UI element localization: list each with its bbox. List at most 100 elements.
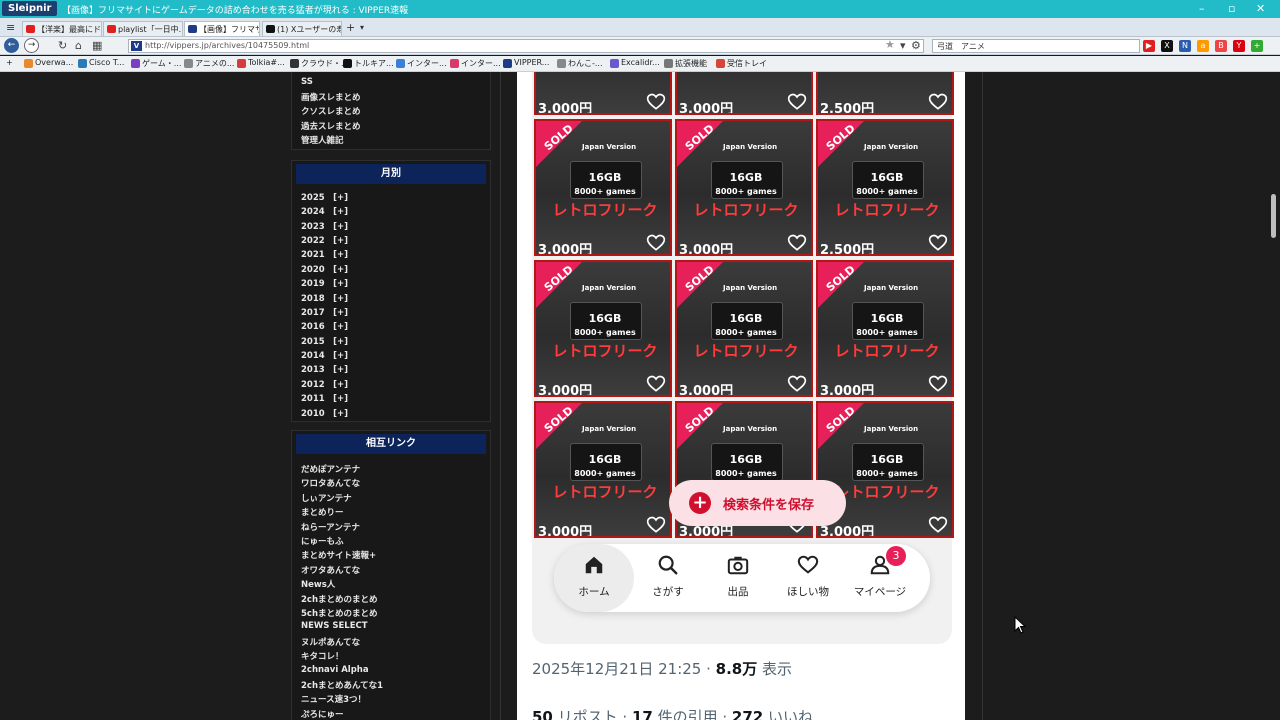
new-tab-button[interactable]: + [346, 21, 355, 34]
category-link[interactable]: SS [301, 77, 313, 87]
nav-sell[interactable]: 出品 [698, 544, 778, 612]
youtube-toolbar-icon[interactable]: ▶ [1143, 40, 1155, 52]
home-icon[interactable]: ⌂ [75, 39, 82, 52]
tab-x[interactable]: (1) Xユーザーの寿... [262, 21, 342, 36]
browser-logo[interactable]: Sleipnir [2, 1, 58, 16]
yahoo-toolbar-icon[interactable]: Y [1233, 40, 1245, 52]
like-heart-icon[interactable] [928, 374, 948, 394]
listing-card[interactable]: SOLDJapan Version16GB8000+ gamesレトロフリーク3… [675, 119, 813, 256]
listing-card[interactable]: SOLDJapan Version16GB8000+ gamesレトロフリーク3… [675, 260, 813, 397]
like-heart-icon[interactable] [787, 233, 807, 253]
page-scrollbar[interactable] [1268, 72, 1280, 720]
year-archive-link[interactable]: 2010 [+] [301, 407, 348, 419]
mutual-link[interactable]: 2chまとめのまとめ [301, 593, 378, 605]
dropdown-icon[interactable]: ▾ [900, 39, 906, 52]
bookmark-item[interactable]: Overwa... [24, 58, 73, 68]
listing-card[interactable]: SOLD Japan Version 16GB 8000+ games レトロフリーク 2… [816, 119, 954, 256]
year-archive-link[interactable]: 2022 [+] [301, 234, 348, 246]
year-archive-link[interactable]: 2025 [+] [301, 191, 348, 203]
quote-count[interactable]: 17 [632, 708, 653, 720]
year-archive-link[interactable]: 2020 [+] [301, 263, 348, 275]
year-archive-link[interactable]: 2012 [+] [301, 378, 348, 390]
mutual-link[interactable]: にゅーもふ [301, 535, 344, 547]
like-heart-icon[interactable] [928, 233, 948, 253]
nav-search[interactable]: さがす [628, 544, 708, 612]
like-heart-icon[interactable] [787, 92, 807, 112]
minimize-icon[interactable]: – [1199, 2, 1205, 15]
like-heart-icon[interactable] [646, 515, 666, 535]
listing-card[interactable]: SOLDJapan Version16GB8000+ gamesレトロフリーク3… [816, 260, 954, 397]
mutual-link[interactable]: キタコレ！ [301, 650, 344, 662]
post-image-screenshot[interactable]: 3,000円 3,000円 2,500円 SOLD Japan Version 16GB 8… [532, 72, 954, 644]
mutual-link[interactable]: NEWS SELECT [301, 621, 368, 631]
year-archive-link[interactable]: 2017 [+] [301, 306, 348, 318]
mutual-link[interactable]: 5chまとめのまとめ [301, 607, 378, 619]
forward-icon[interactable]: → [24, 38, 39, 53]
like-heart-icon[interactable] [787, 374, 807, 394]
year-archive-link[interactable]: 2023 [+] [301, 220, 348, 232]
year-archive-link[interactable]: 2013 [+] [301, 363, 348, 375]
repost-count[interactable]: 50 [532, 708, 553, 720]
bookmark-item[interactable]: インター... [396, 58, 447, 69]
bookmark-item[interactable]: 拡張機能 [664, 58, 707, 69]
bookmark-item[interactable]: ゲーム・... [131, 58, 181, 69]
scrollbar-thumb[interactable] [1271, 194, 1276, 238]
year-archive-link[interactable]: 2016 [+] [301, 320, 348, 332]
back-icon[interactable]: ← [4, 38, 19, 53]
bookmark-item[interactable]: トルキア... [343, 58, 394, 69]
bookmark-item[interactable]: Tolkia#... [237, 58, 285, 68]
mutual-link[interactable]: ヌルポあんてな [301, 636, 360, 648]
search-input[interactable]: 弓道 アニメ [932, 39, 1140, 53]
tile-icon[interactable]: ▦ [92, 39, 102, 52]
year-archive-link[interactable]: 2024 [+] [301, 205, 348, 217]
like-heart-icon[interactable] [646, 374, 666, 394]
bookmark-item[interactable]: VIPPER... [503, 58, 549, 68]
like-heart-icon[interactable] [928, 92, 948, 112]
nav-home[interactable]: ホーム [554, 544, 634, 612]
star-icon[interactable]: ★ [885, 38, 895, 51]
listing-card[interactable]: 2,500円 [816, 72, 954, 115]
bookmark-item[interactable]: 受信トレイ [716, 58, 767, 69]
mutual-link[interactable]: まとめりー [301, 506, 344, 518]
nav-wishlist[interactable]: ほしい物 [768, 544, 848, 612]
mutual-link[interactable]: 2chまとめあんてな1 [301, 679, 383, 691]
x-toolbar-icon[interactable]: X [1161, 40, 1173, 52]
close-icon[interactable]: ✕ [1256, 2, 1265, 15]
year-archive-link[interactable]: 2011 [+] [301, 392, 348, 404]
bookmark-item[interactable]: Cisco T... [78, 58, 124, 68]
listing-card[interactable]: 3,000円 [534, 72, 672, 115]
save-search-button[interactable]: + 検索条件を保存 [669, 480, 846, 526]
bookmark-item[interactable]: インター... [450, 58, 501, 69]
year-archive-link[interactable]: 2014 [+] [301, 349, 348, 361]
address-bar[interactable]: V http://vippers.jp/archives/10475509.ht… [128, 39, 924, 53]
settings-icon[interactable]: ⚙ [911, 39, 921, 52]
mutual-link[interactable]: News人 [301, 578, 335, 590]
year-archive-link[interactable]: 2015 [+] [301, 335, 348, 347]
mutual-link[interactable]: ねらーアンテナ [301, 521, 360, 533]
bookmark-item[interactable]: アニメの... [184, 58, 234, 69]
year-archive-link[interactable]: 2018 [+] [301, 292, 348, 304]
tab-playlist[interactable]: playlist「一日中... [103, 21, 183, 36]
maximize-icon[interactable]: ▫ [1228, 2, 1235, 15]
mutual-link[interactable]: まとめサイト速報+ [301, 549, 376, 561]
like-count[interactable]: 272 [732, 708, 763, 720]
bookmark-item[interactable]: Excalidr... [610, 58, 660, 68]
amazon-toolbar-icon[interactable]: a [1197, 40, 1209, 52]
add-bookmark-icon[interactable]: + [6, 58, 13, 67]
news-toolbar-icon[interactable]: N [1179, 40, 1191, 52]
tab-list-chevron-icon[interactable]: ▾ [360, 23, 364, 32]
tab-menu-icon[interactable]: ≡ [6, 21, 15, 34]
category-link[interactable]: 管理人雑記 [301, 134, 344, 146]
like-heart-icon[interactable] [646, 92, 666, 112]
tab-music[interactable]: 【洋楽】最高にド... [22, 21, 102, 36]
ext-toolbar-icon[interactable]: + [1251, 40, 1263, 52]
mutual-link[interactable]: ワロタあんてな [301, 477, 360, 489]
category-link[interactable]: クソスレまとめ [301, 105, 361, 117]
like-heart-icon[interactable] [646, 233, 666, 253]
mutual-link[interactable]: しぃアンテナ [301, 492, 352, 504]
category-link[interactable]: 過去スレまとめ [301, 120, 361, 132]
year-archive-link[interactable]: 2021 [+] [301, 248, 348, 260]
mutual-link[interactable]: だめぽアンテナ [301, 463, 360, 475]
mutual-link[interactable]: ニュース速3つ！ [301, 693, 366, 705]
like-heart-icon[interactable] [928, 515, 948, 535]
